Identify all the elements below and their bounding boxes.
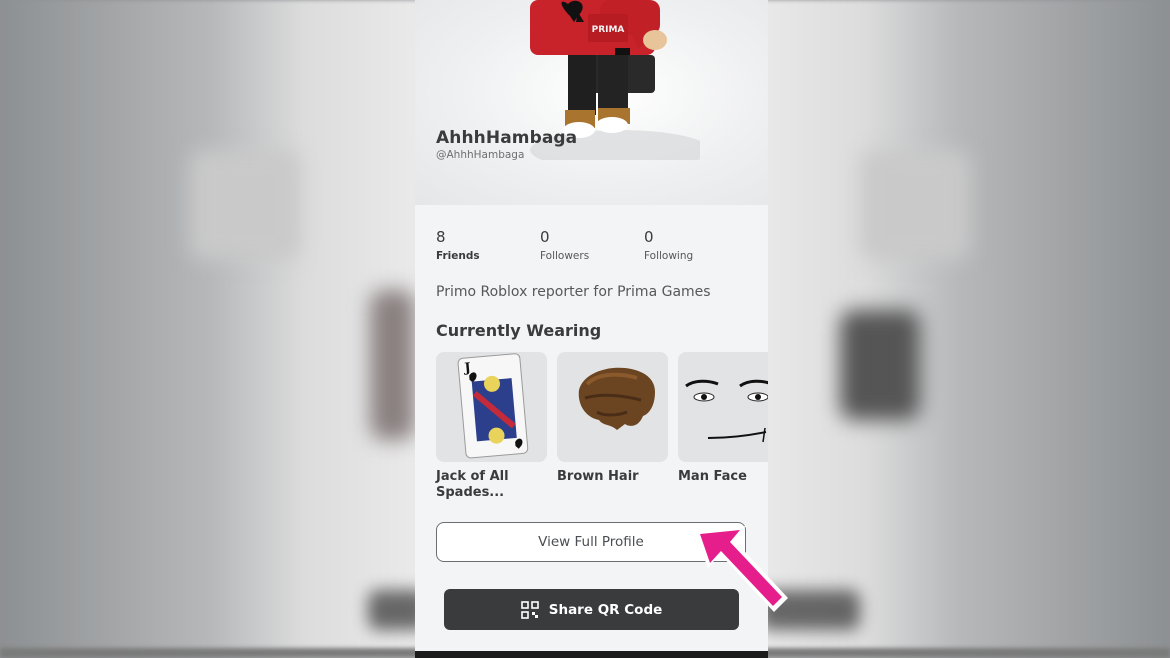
item-thumbnail [678, 352, 768, 462]
display-name: AhhhHambaga [436, 128, 578, 148]
stat-following[interactable]: 0 Following [644, 228, 693, 262]
stat-label: Friends [436, 250, 480, 262]
wearing-item[interactable]: J Jack of All Spades... [436, 352, 547, 501]
avatar-hero: PRIMA AhhhHambaga @AhhhHambaga [415, 0, 768, 205]
stat-label: Followers [540, 250, 590, 262]
stat-value: 0 [644, 228, 654, 246]
stat-followers[interactable]: 0 Followers [540, 228, 589, 262]
item-name: Brown Hair [557, 469, 639, 484]
item-name: Man Face [678, 469, 747, 484]
brown-hair-icon [578, 367, 655, 430]
svg-text:J: J [463, 361, 471, 377]
share-qr-code-label: Share QR Code [548, 601, 663, 618]
wearing-item[interactable]: Man Face [678, 352, 768, 485]
blurred-background-shape [860, 150, 970, 260]
stat-value: 8 [436, 228, 446, 246]
item-name: Jack of All Spades... [436, 469, 509, 500]
currently-wearing-title: Currently Wearing [436, 321, 602, 340]
wearing-items-list: J Jack of All Spades... Brown Hair Man F… [436, 352, 768, 512]
blurred-background-shape [190, 150, 300, 260]
stat-value: 0 [540, 228, 550, 246]
profile-bio: Primo Roblox reporter for Prima Games [436, 284, 711, 300]
pointer-arrow-icon [694, 526, 788, 612]
bottom-edge [415, 651, 768, 658]
blurred-background-shape [840, 310, 920, 420]
jack-of-spades-card-icon: J [457, 353, 529, 459]
qr-code-icon [520, 600, 539, 619]
item-thumbnail [557, 352, 668, 462]
username: @AhhhHambaga [436, 149, 525, 161]
profile-stats: 8 Friends 0 Followers 0 Following [436, 228, 756, 268]
stat-friends[interactable]: 8 Friends [436, 228, 480, 262]
blurred-background-shape [370, 290, 415, 440]
wearing-item[interactable]: Brown Hair [557, 352, 668, 485]
man-face-icon [685, 379, 768, 443]
stat-label: Following [644, 250, 694, 262]
item-thumbnail: J [436, 352, 547, 462]
shirt-logo-text: PRIMA [592, 25, 625, 35]
